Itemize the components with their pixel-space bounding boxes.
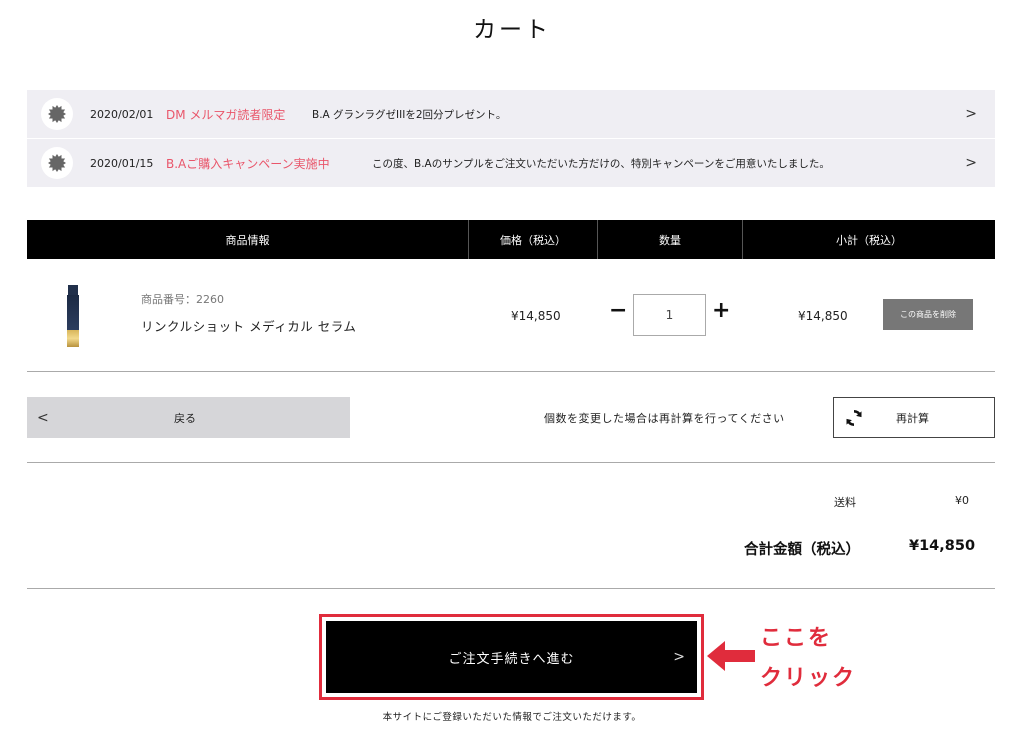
notice-date: 2020/01/15 — [90, 156, 154, 170]
header-price: 価格（税込） — [469, 220, 598, 259]
recalc-button[interactable]: 再計算 — [833, 397, 995, 438]
product-image[interactable] — [65, 285, 81, 348]
recalc-button-label: 再計算 — [896, 411, 929, 425]
back-button[interactable]: < 戻る — [27, 397, 350, 438]
annotation-text: クリック — [760, 666, 857, 691]
delete-item-button[interactable]: この商品を削除 — [883, 299, 973, 330]
product-subtotal: ¥14,850 — [798, 309, 848, 323]
badge-burst-icon — [41, 98, 73, 130]
total-value: ¥14,850 — [909, 538, 976, 554]
checkout-note: 本サイトにご登録いただいた情報でご注文いただけます。 — [382, 712, 642, 723]
recalc-note: 個数を変更した場合は再計算を行ってください — [544, 412, 785, 425]
chevron-right-icon: > — [673, 649, 685, 665]
checkout-button-label: ご注文手続きへ進む — [448, 651, 575, 667]
chevron-right-icon[interactable]: > — [965, 155, 977, 171]
divider — [27, 462, 995, 463]
shipping-label: 送料 — [834, 496, 856, 509]
notice-text: B.A グランラグゼIIIを2回分プレゼント。 — [312, 108, 507, 121]
total-label: 合計金額（税込） — [744, 542, 860, 558]
header-subtotal: 小計（税込） — [836, 233, 902, 247]
notice-tag: B.Aご購入キャンペーン実施中 — [166, 156, 330, 171]
product-number: 商品番号：2260 — [141, 293, 224, 306]
checkout-button[interactable]: ご注文手続きへ進む > — [326, 621, 697, 693]
notice-date: 2020/02/01 — [90, 107, 154, 121]
notice-item[interactable]: 2020/01/15 B.Aご購入キャンペーン実施中 この度、B.Aのサンプルを… — [27, 138, 995, 187]
annotation-text: ここを — [760, 626, 833, 651]
divider — [27, 588, 995, 589]
refresh-icon — [846, 409, 862, 427]
table-header: 商品情報 価格（税込） 数量 小計（税込） — [27, 220, 995, 259]
table-row: 商品番号：2260 リンクルショット メディカル セラム ¥14,850 − +… — [27, 259, 995, 372]
notice-text: この度、B.Aのサンプルをご注文いただいた方だけの、特別キャンペーンをご用意いた… — [372, 157, 830, 170]
chevron-left-icon: < — [37, 409, 49, 426]
back-button-label: 戻る — [174, 411, 196, 425]
page-title: カート — [473, 17, 551, 43]
quantity-decrease-button[interactable]: − — [609, 300, 627, 322]
product-name[interactable]: リンクルショット メディカル セラム — [141, 316, 356, 335]
notice-list: 2020/02/01 DM メルマガ読者限定 B.A グランラグゼIIIを2回分… — [27, 90, 995, 187]
cart-table: 商品情報 価格（税込） 数量 小計（税込） 商品番号：2260 リンクルショット… — [27, 220, 995, 372]
header-quantity: 数量 — [598, 220, 743, 259]
chevron-right-icon[interactable]: > — [965, 106, 977, 122]
notice-item[interactable]: 2020/02/01 DM メルマガ読者限定 B.A グランラグゼIIIを2回分… — [27, 90, 995, 138]
quantity-increase-button[interactable]: + — [712, 300, 730, 322]
badge-burst-icon — [41, 147, 73, 179]
product-price: ¥14,850 — [511, 309, 561, 323]
header-product-info: 商品情報 — [27, 220, 469, 259]
quantity-input[interactable] — [633, 294, 706, 336]
notice-tag: DM メルマガ読者限定 — [166, 107, 286, 122]
arrow-left-icon — [707, 641, 755, 671]
shipping-value: ¥0 — [955, 494, 969, 507]
